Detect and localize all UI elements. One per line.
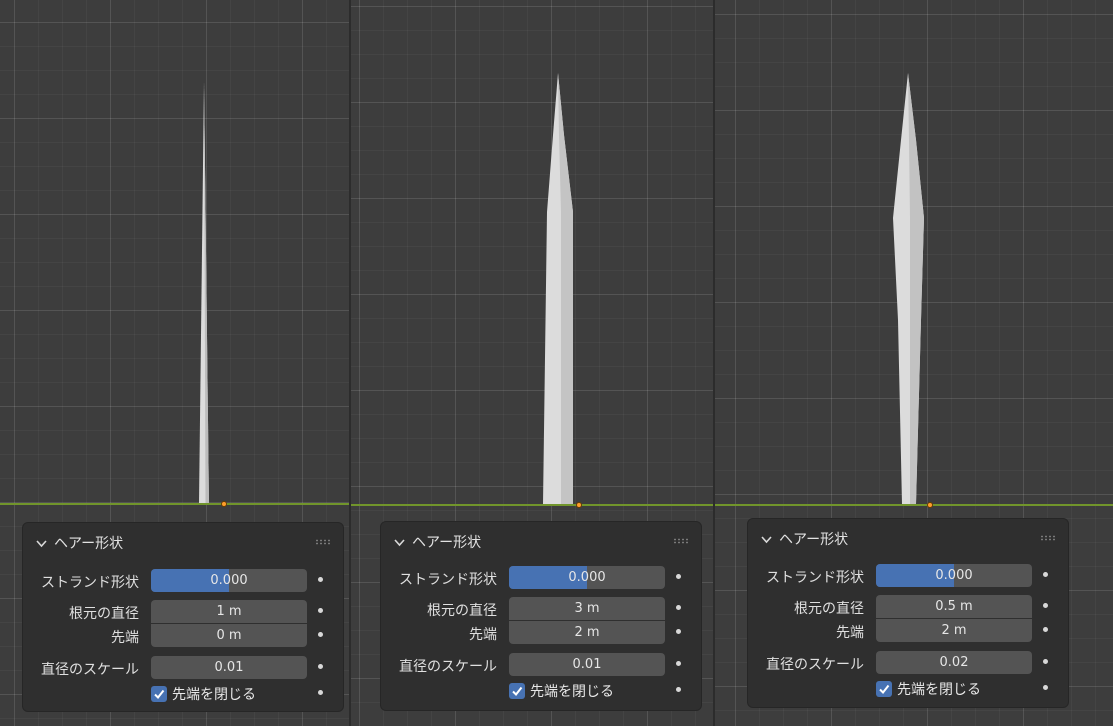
- diameter-scale-field[interactable]: 0.01: [151, 656, 307, 679]
- tip-diameter-value: 2 m: [574, 625, 600, 640]
- x-axis-line: [0, 503, 351, 505]
- keyframe-dot-icon[interactable]: [1043, 603, 1048, 608]
- root-diameter-value: 1 m: [216, 604, 242, 619]
- viewport-2[interactable]: ヘアー形状 ストランド形状 0.000 根元の直径 3 m 先端 2 m 直径の…: [351, 0, 715, 726]
- keyframe-dot-icon[interactable]: [676, 629, 681, 634]
- strand-shape-slider[interactable]: 0.000: [151, 569, 307, 592]
- close-tip-label: 先端を閉じる: [897, 682, 981, 698]
- strand-shape-label: ストランド形状: [766, 570, 864, 586]
- tip-diameter-field[interactable]: 2 m: [876, 619, 1032, 642]
- drag-handle-icon[interactable]: [673, 538, 689, 544]
- object-origin: [927, 502, 933, 508]
- keyframe-dot-icon[interactable]: [318, 632, 323, 637]
- x-axis-line: [715, 504, 1113, 506]
- keyframe-dot-icon[interactable]: [676, 687, 681, 692]
- diameter-scale-value: 0.01: [572, 657, 602, 672]
- diameter-scale-value: 0.02: [939, 655, 969, 670]
- chevron-down-icon: [36, 539, 47, 547]
- close-tip-label: 先端を閉じる: [172, 687, 256, 703]
- keyframe-dot-icon[interactable]: [676, 605, 681, 610]
- tip-diameter-field[interactable]: 0 m: [151, 624, 307, 647]
- panel-header[interactable]: ヘアー形状: [35, 533, 123, 553]
- chevron-down-icon: [761, 535, 772, 543]
- object-origin: [576, 502, 582, 508]
- hair-shape-panel: ヘアー形状 ストランド形状 0.000 根元の直径 0.5 m 先端 2 m 直…: [747, 518, 1069, 708]
- root-diameter-value: 0.5 m: [935, 599, 973, 614]
- keyframe-dot-icon[interactable]: [318, 577, 323, 582]
- close-tip-checkbox[interactable]: 先端を閉じる: [509, 681, 614, 701]
- root-diameter-label: 根元の直径: [69, 606, 139, 622]
- keyframe-dot-icon[interactable]: [318, 690, 323, 695]
- tip-diameter-label: 先端: [836, 625, 864, 641]
- keyframe-dot-icon[interactable]: [676, 574, 681, 579]
- root-diameter-label: 根元の直径: [794, 601, 864, 617]
- root-diameter-value: 3 m: [574, 601, 600, 616]
- close-tip-row: 先端を閉じる: [23, 684, 343, 707]
- tip-diameter-label: 先端: [469, 627, 497, 643]
- close-tip-checkbox[interactable]: 先端を閉じる: [151, 684, 256, 704]
- diameter-scale-label: 直径のスケール: [399, 659, 497, 675]
- diameter-scale-field[interactable]: 0.02: [876, 651, 1032, 674]
- root-diameter-field[interactable]: 1 m: [151, 600, 307, 623]
- close-tip-label: 先端を閉じる: [530, 684, 614, 700]
- tip-diameter-value: 2 m: [941, 623, 967, 638]
- root-diameter-row: 根元の直径 0.5 m: [748, 595, 1068, 618]
- keyframe-dot-icon[interactable]: [1043, 685, 1048, 690]
- panel-title: ヘアー形状: [54, 536, 124, 552]
- checkbox-checked-icon: [151, 686, 167, 702]
- hair-shape-panel: ヘアー形状 ストランド形状 0.000 根元の直径 1 m 先端 0 m 直径の…: [22, 522, 344, 712]
- diameter-scale-row: 直径のスケール 0.01: [23, 656, 343, 679]
- x-axis-line: [351, 504, 715, 506]
- diameter-scale-label: 直径のスケール: [41, 662, 139, 678]
- keyframe-dot-icon[interactable]: [676, 661, 681, 666]
- panel-title: ヘアー形状: [412, 535, 482, 551]
- tip-diameter-value: 0 m: [216, 628, 242, 643]
- tip-diameter-row: 先端 2 m: [748, 619, 1068, 642]
- panel-title: ヘアー形状: [779, 532, 849, 548]
- strand-shape-slider[interactable]: 0.000: [509, 566, 665, 589]
- strand-shape-value: 0.000: [210, 573, 248, 588]
- tip-diameter-row: 先端 0 m: [23, 624, 343, 647]
- close-tip-checkbox[interactable]: 先端を閉じる: [876, 679, 981, 699]
- strand-shape-slider[interactable]: 0.000: [876, 564, 1032, 587]
- strand-shape-value: 0.000: [935, 568, 973, 583]
- checkbox-checked-icon: [876, 681, 892, 697]
- root-diameter-row: 根元の直径 3 m: [381, 597, 701, 620]
- checkbox-checked-icon: [509, 683, 525, 699]
- viewport-1[interactable]: ヘアー形状 ストランド形状 0.000 根元の直径 1 m 先端 0 m 直径の…: [0, 0, 351, 726]
- close-tip-row: 先端を閉じる: [748, 679, 1068, 702]
- diameter-scale-field[interactable]: 0.01: [509, 653, 665, 676]
- hair-shape-panel: ヘアー形状 ストランド形状 0.000 根元の直径 3 m 先端 2 m 直径の…: [380, 521, 702, 711]
- keyframe-dot-icon[interactable]: [1043, 627, 1048, 632]
- diameter-scale-label: 直径のスケール: [766, 657, 864, 673]
- strand-shape-value: 0.000: [568, 570, 606, 585]
- strand-shape-row: ストランド形状 0.000: [23, 569, 343, 592]
- viewport-3[interactable]: ヘアー形状 ストランド形状 0.000 根元の直径 0.5 m 先端 2 m 直…: [715, 0, 1113, 726]
- diameter-scale-row: 直径のスケール 0.01: [381, 653, 701, 676]
- close-tip-row: 先端を閉じる: [381, 681, 701, 704]
- keyframe-dot-icon[interactable]: [318, 608, 323, 613]
- chevron-down-icon: [394, 538, 405, 546]
- tip-diameter-field[interactable]: 2 m: [509, 621, 665, 644]
- tip-diameter-row: 先端 2 m: [381, 621, 701, 644]
- strand-shape-row: ストランド形状 0.000: [381, 566, 701, 589]
- strand-shape-row: ストランド形状 0.000: [748, 564, 1068, 587]
- keyframe-dot-icon[interactable]: [1043, 572, 1048, 577]
- strand-shape-label: ストランド形状: [399, 572, 497, 588]
- panel-header[interactable]: ヘアー形状: [393, 532, 481, 552]
- drag-handle-icon[interactable]: [1040, 535, 1056, 541]
- diameter-scale-value: 0.01: [214, 660, 244, 675]
- strand-shape-label: ストランド形状: [41, 575, 139, 591]
- object-origin: [221, 501, 227, 507]
- drag-handle-icon[interactable]: [315, 539, 331, 545]
- root-diameter-label: 根元の直径: [427, 603, 497, 619]
- diameter-scale-row: 直径のスケール 0.02: [748, 651, 1068, 674]
- keyframe-dot-icon[interactable]: [318, 664, 323, 669]
- root-diameter-field[interactable]: 3 m: [509, 597, 665, 620]
- keyframe-dot-icon[interactable]: [1043, 659, 1048, 664]
- root-diameter-field[interactable]: 0.5 m: [876, 595, 1032, 618]
- panel-header[interactable]: ヘアー形状: [760, 529, 848, 549]
- root-diameter-row: 根元の直径 1 m: [23, 600, 343, 623]
- tip-diameter-label: 先端: [111, 630, 139, 646]
